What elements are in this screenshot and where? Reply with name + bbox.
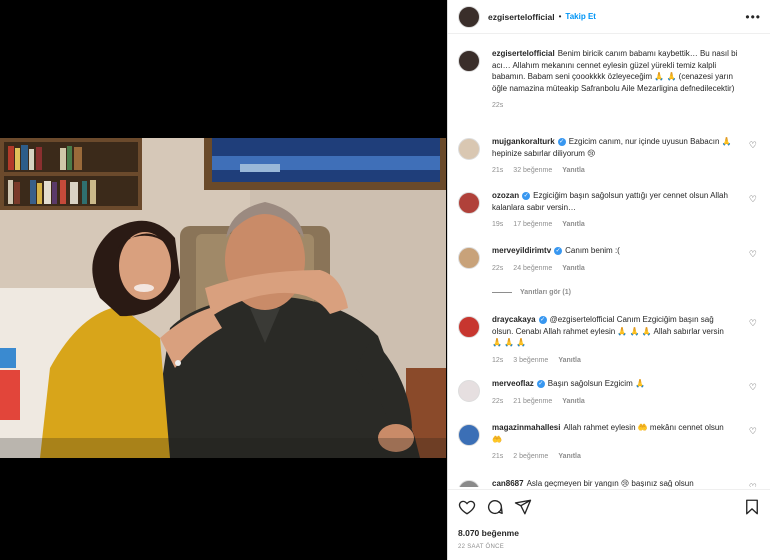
comment-likes[interactable]: 24 beğenme — [513, 265, 552, 272]
reply-button[interactable]: Yanıtla — [562, 167, 585, 174]
post-media-area — [0, 0, 446, 560]
heart-icon[interactable]: ♡ — [749, 482, 757, 487]
bookmark-icon[interactable] — [743, 498, 761, 516]
comment-time: 19s — [492, 221, 504, 228]
post-header: ezgisertelofficial • Takip Et ••• — [448, 0, 770, 34]
comment-item: merveoflaz ✓ Başın sağolsun Ezgicim 🙏 22s 2… — [458, 378, 763, 407]
avatar[interactable] — [458, 424, 480, 446]
view-replies-label: Yanıtları gör (1) — [520, 289, 571, 296]
post-actions: 8.070 beğenme 22 SAAT ÖNCE — [448, 489, 770, 550]
comment-item: mujgankoralturk ✓ Ezgicim canım, nur içind… — [458, 136, 763, 177]
heart-icon[interactable]: ♡ — [749, 194, 757, 205]
comment-text: Başın sağolsun Ezgicim 🙏 — [547, 379, 645, 388]
comment-username[interactable]: magazinmahallesi — [492, 423, 560, 432]
comment-icon[interactable] — [486, 498, 504, 516]
comment-likes[interactable]: 32 beğenme — [513, 167, 552, 174]
separator-dot: • — [558, 12, 562, 21]
comment-username[interactable]: ozozan — [492, 191, 519, 200]
reply-button[interactable]: Yanıtla — [558, 357, 581, 364]
comment-username[interactable]: can8687 — [492, 479, 524, 487]
comment-item: merveyildirimtv ✓ Canım benim :( 22s 24 beğ… — [458, 245, 763, 274]
comment-likes[interactable]: 17 beğenme — [513, 221, 552, 228]
post-photo[interactable] — [0, 138, 446, 458]
heart-icon[interactable]: ♡ — [749, 249, 757, 260]
verified-badge-icon: ✓ — [538, 315, 547, 324]
comment-time: 22s — [492, 264, 504, 272]
comment-time: 22s — [492, 397, 504, 405]
reply-button[interactable]: Yanıtla — [558, 453, 581, 460]
verified-badge-icon: ✓ — [554, 246, 563, 255]
heart-icon[interactable]: ♡ — [749, 382, 757, 393]
author-username[interactable]: ezgisertelofficial — [488, 12, 555, 22]
instagram-post-view: ezgisertelofficial • Takip Et ••• ezgise… — [0, 0, 770, 560]
heart-icon[interactable]: ♡ — [749, 140, 757, 151]
verified-badge-icon: ✓ — [522, 191, 531, 200]
photo-illustration — [0, 138, 446, 458]
comment-text: Canım benim :( — [565, 246, 620, 255]
comment-likes[interactable]: 2 beğenme — [513, 453, 548, 460]
comment-likes[interactable]: 3 beğenme — [513, 357, 548, 364]
comment-text: Asla geçmeyen bir yangın 😢 başınız sağ o… — [526, 479, 694, 487]
heart-icon[interactable] — [458, 498, 476, 516]
verified-badge-icon: ✓ — [557, 137, 566, 146]
caption-username[interactable]: ezgisertelofficial — [492, 49, 555, 58]
follow-button[interactable]: Takip Et — [565, 12, 596, 21]
post-side-panel: ezgisertelofficial • Takip Et ••• ezgise… — [447, 0, 770, 560]
comment-time: 12s — [492, 356, 504, 364]
more-options-icon[interactable]: ••• — [745, 10, 761, 24]
comment-username[interactable]: mujgankoralturk — [492, 137, 555, 146]
comment-item: magazinmahallesi Allah rahmet eylesin 🤲 m… — [458, 422, 763, 463]
share-icon[interactable] — [514, 498, 532, 516]
comment-username[interactable]: merveoflaz — [492, 379, 534, 388]
avatar[interactable] — [458, 138, 480, 160]
comment-username[interactable]: draycakaya — [492, 315, 536, 324]
comment-time: 21s — [492, 453, 504, 460]
avatar[interactable] — [458, 380, 480, 402]
comment-item: draycakaya ✓ @ezgisertelofficial Canım Ezg… — [458, 314, 763, 366]
caption: ezgisertelofficial Benim biricik canım ba… — [458, 48, 763, 112]
avatar[interactable] — [458, 316, 480, 338]
view-replies-button[interactable]: Yanıtları gör (1) — [492, 289, 571, 296]
reply-button[interactable]: Yanıtla — [562, 221, 585, 228]
post-timestamp: 22 SAAT ÖNCE — [458, 544, 505, 550]
reply-button[interactable]: Yanıtla — [562, 398, 585, 405]
comments-list[interactable]: ezgisertelofficial Benim biricik canım ba… — [448, 40, 770, 487]
comment-item: ozozan ✓ Ezgiciğim başın sağolsun yattığı … — [458, 190, 763, 231]
replies-divider — [492, 291, 512, 293]
like-count[interactable]: 8.070 beğenme — [458, 528, 761, 538]
caption-time: 22s — [492, 102, 504, 109]
comment-username[interactable]: merveyildirimtv — [492, 246, 551, 255]
comment-likes[interactable]: 21 beğenme — [513, 398, 552, 405]
avatar[interactable] — [458, 247, 480, 269]
heart-icon[interactable]: ♡ — [749, 318, 757, 329]
comment-time: 21s — [492, 167, 504, 174]
comment-item: can8687 Asla geçmeyen bir yangın 😢 başını… — [458, 478, 763, 487]
avatar[interactable] — [458, 192, 480, 214]
avatar[interactable] — [458, 480, 480, 487]
heart-icon[interactable]: ♡ — [749, 426, 757, 437]
verified-badge-icon: ✓ — [536, 379, 545, 388]
avatar[interactable] — [458, 50, 480, 72]
reply-button[interactable]: Yanıtla — [562, 265, 585, 272]
avatar[interactable] — [458, 5, 480, 28]
